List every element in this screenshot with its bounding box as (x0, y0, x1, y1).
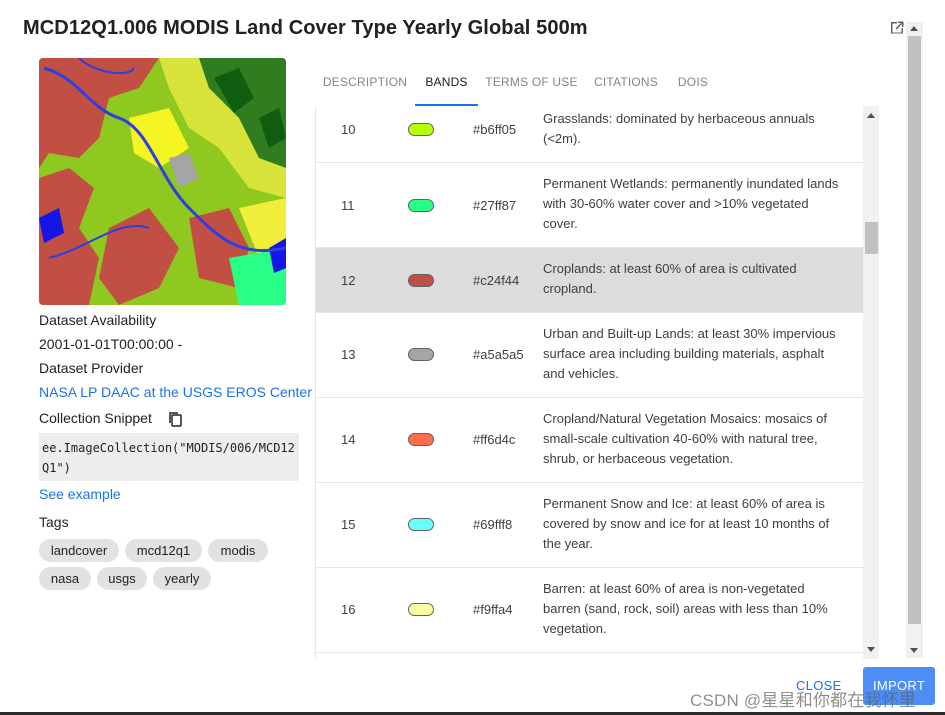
color-swatch (408, 603, 434, 616)
band-description: Permanent Snow and Ice: at least 60% of … (543, 496, 830, 551)
scroll-up-arrow-icon[interactable] (867, 113, 875, 118)
scroll-down-arrow-icon[interactable] (867, 647, 875, 652)
band-hex: #69fff8 (473, 517, 513, 532)
watermark: CSDN @星星和你都在我怀里 (690, 691, 917, 710)
tag-chip[interactable]: landcover (39, 539, 119, 562)
tag-chip[interactable]: yearly (153, 567, 211, 590)
tab-description[interactable]: DESCRIPTION (315, 62, 415, 106)
provider-label: Dataset Provider (39, 360, 144, 376)
tab-citations[interactable]: CITATIONS (585, 62, 667, 106)
band-value: 14 (341, 432, 356, 447)
band-hex: #27ff87 (473, 198, 517, 213)
table-row[interactable]: 15 #69fff8 Permanent Snow and Ice: at le… (316, 483, 863, 568)
band-description: Grasslands: dominated by herbaceous annu… (543, 111, 815, 146)
band-hex: #b6ff05 (473, 122, 517, 137)
tag-chip[interactable]: usgs (97, 567, 147, 590)
band-description: Permanent Wetlands: permanently inundate… (543, 176, 839, 231)
table-row[interactable]: 13 #a5a5a5 Urban and Built-up Lands: at … (316, 313, 863, 398)
scrollbar-thumb[interactable] (908, 36, 921, 624)
table-row[interactable]: 10 #b6ff05 Grasslands: dominated by herb… (316, 106, 863, 163)
tab-bands[interactable]: BANDS (415, 62, 478, 106)
band-value: 16 (341, 602, 356, 617)
copy-icon[interactable] (167, 411, 183, 427)
band-value: 13 (341, 347, 356, 362)
see-example-link[interactable]: See example (39, 486, 121, 502)
scrollbar-thumb[interactable] (865, 222, 878, 254)
tab-dois[interactable]: DOIS (667, 62, 719, 106)
scroll-down-arrow-icon[interactable] (910, 648, 918, 653)
provider-link[interactable]: NASA LP DAAC at the USGS EROS Center (39, 384, 312, 400)
band-description: Urban and Built-up Lands: at least 30% i… (543, 326, 836, 381)
band-value: 10 (341, 122, 356, 137)
open-in-new-icon[interactable] (889, 20, 905, 36)
color-swatch (408, 123, 434, 136)
tag-chip[interactable]: mcd12q1 (125, 539, 202, 562)
dataset-dialog: MCD12Q1.006 MODIS Land Cover Type Yearly… (0, 0, 945, 713)
band-value: 15 (341, 517, 356, 532)
table-row[interactable]: 11 #27ff87 Permanent Wetlands: permanent… (316, 163, 863, 248)
band-hex: #ff6d4c (473, 432, 516, 447)
tags-label: Tags (39, 514, 69, 530)
table-row[interactable]: 12 #c24f44 Croplands: at least 60% of ar… (316, 248, 863, 313)
table-row[interactable]: 16 #f9ffa4 Barren: at least 60% of area … (316, 568, 863, 653)
color-swatch (408, 274, 434, 287)
band-value: 11 (341, 198, 355, 213)
snippet-label: Collection Snippet (39, 410, 152, 426)
bands-table: 10 #b6ff05 Grasslands: dominated by herb… (315, 106, 879, 659)
availability-value: 2001-01-01T00:00:00 - (39, 336, 183, 352)
band-hex: #c24f44 (473, 273, 520, 288)
collection-snippet[interactable]: ee.ImageCollection("MODIS/006/MCD12Q1") (39, 433, 299, 481)
availability-label: Dataset Availability (39, 312, 157, 328)
band-description: Cropland/Natural Vegetation Mosaics: mos… (543, 411, 827, 466)
band-description: Barren: at least 60% of area is non-vege… (543, 581, 828, 636)
band-hex: #f9ffa4 (473, 602, 513, 617)
band-hex: #a5a5a5 (473, 347, 524, 362)
table-row[interactable]: 14 #ff6d4c Cropland/Natural Vegetation M… (316, 398, 863, 483)
tab-terms-of-use[interactable]: TERMS OF USE (478, 62, 585, 106)
tag-chip[interactable]: nasa (39, 567, 91, 590)
dataset-thumbnail (39, 58, 286, 305)
tag-chip[interactable]: modis (208, 539, 268, 562)
color-swatch (408, 348, 434, 361)
color-swatch (408, 199, 434, 212)
color-swatch (408, 433, 434, 446)
dialog-scrollbar[interactable] (906, 22, 923, 658)
scroll-up-arrow-icon[interactable] (910, 26, 918, 31)
band-value: 12 (341, 273, 356, 288)
band-description: Croplands: at least 60% of area is culti… (543, 261, 797, 296)
color-swatch (408, 518, 434, 531)
dataset-title: MCD12Q1.006 MODIS Land Cover Type Yearly… (23, 17, 588, 39)
table-scrollbar[interactable] (863, 106, 879, 659)
